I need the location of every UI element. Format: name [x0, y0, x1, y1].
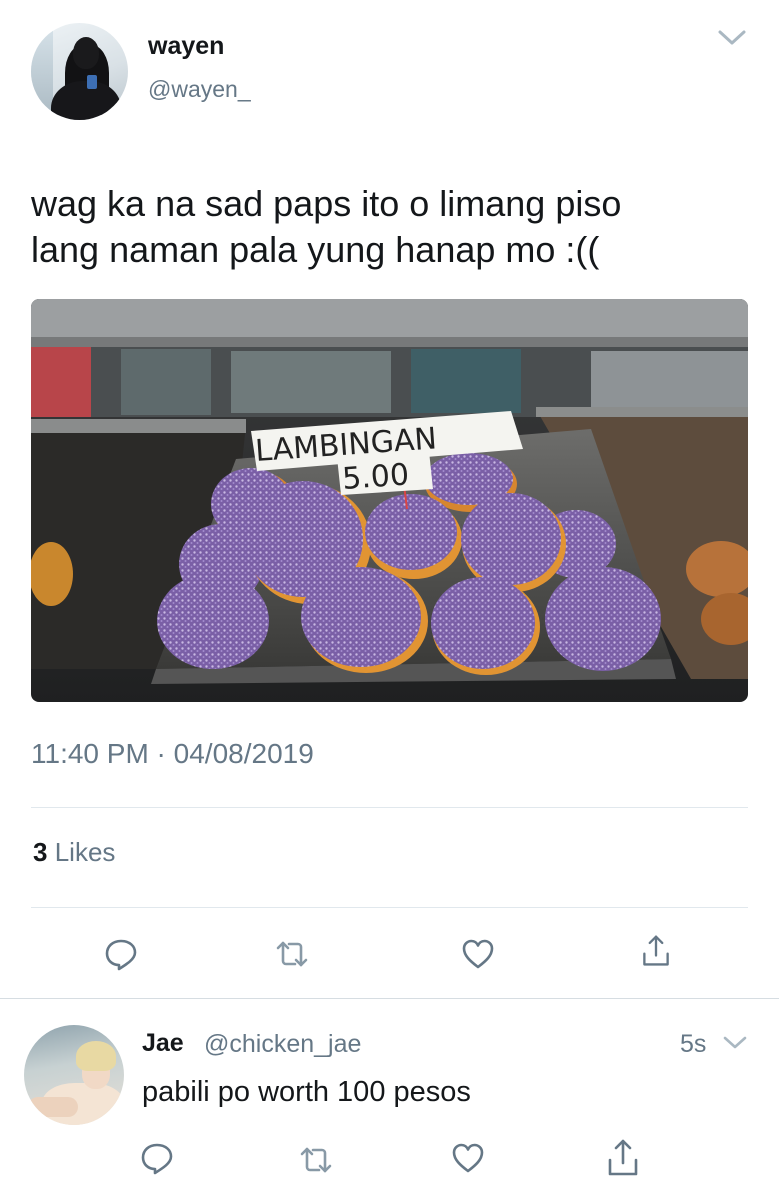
divider	[0, 998, 779, 999]
heart-icon[interactable]	[451, 1141, 485, 1175]
reply-text: pabili po worth 100 pesos	[142, 1076, 471, 1108]
retweet-icon[interactable]	[299, 1143, 333, 1177]
share-icon[interactable]	[639, 934, 673, 968]
photo-sign-price: 5.00	[341, 457, 410, 497]
divider	[31, 907, 748, 908]
reply-author-avatar[interactable]	[24, 1025, 124, 1125]
likes-number: 3	[33, 837, 48, 867]
tweet-timestamp[interactable]: 11:40 PM · 04/08/2019	[31, 738, 314, 770]
author-handle[interactable]: @wayen_	[148, 76, 251, 103]
reply-author-handle[interactable]: @chicken_jae	[204, 1030, 361, 1059]
likes-count[interactable]: 3 Likes	[33, 837, 115, 868]
reply-author-name[interactable]: Jae	[142, 1029, 184, 1058]
author-name[interactable]: wayen	[148, 32, 224, 61]
share-icon[interactable]	[606, 1138, 640, 1178]
chevron-down-icon[interactable]	[722, 1034, 748, 1052]
author-avatar[interactable]	[31, 23, 128, 120]
tweet-photo[interactable]: LAMBINGAN 5.00	[31, 299, 748, 702]
tweet-text: wag ka na sad paps ito o limang piso lan…	[31, 181, 751, 273]
retweet-icon[interactable]	[275, 937, 309, 971]
tweet-text-line: lang naman pala yung hanap mo :((	[31, 229, 600, 270]
reply-time: 5s	[680, 1030, 707, 1058]
tweet-text-line: wag ka na sad paps ito o limang piso	[31, 183, 622, 224]
reply-icon[interactable]	[104, 937, 138, 971]
heart-icon[interactable]	[461, 937, 495, 971]
chevron-down-icon[interactable]	[716, 26, 748, 50]
likes-label: Likes	[54, 837, 116, 867]
reply-icon[interactable]	[140, 1141, 174, 1175]
divider	[31, 807, 748, 808]
